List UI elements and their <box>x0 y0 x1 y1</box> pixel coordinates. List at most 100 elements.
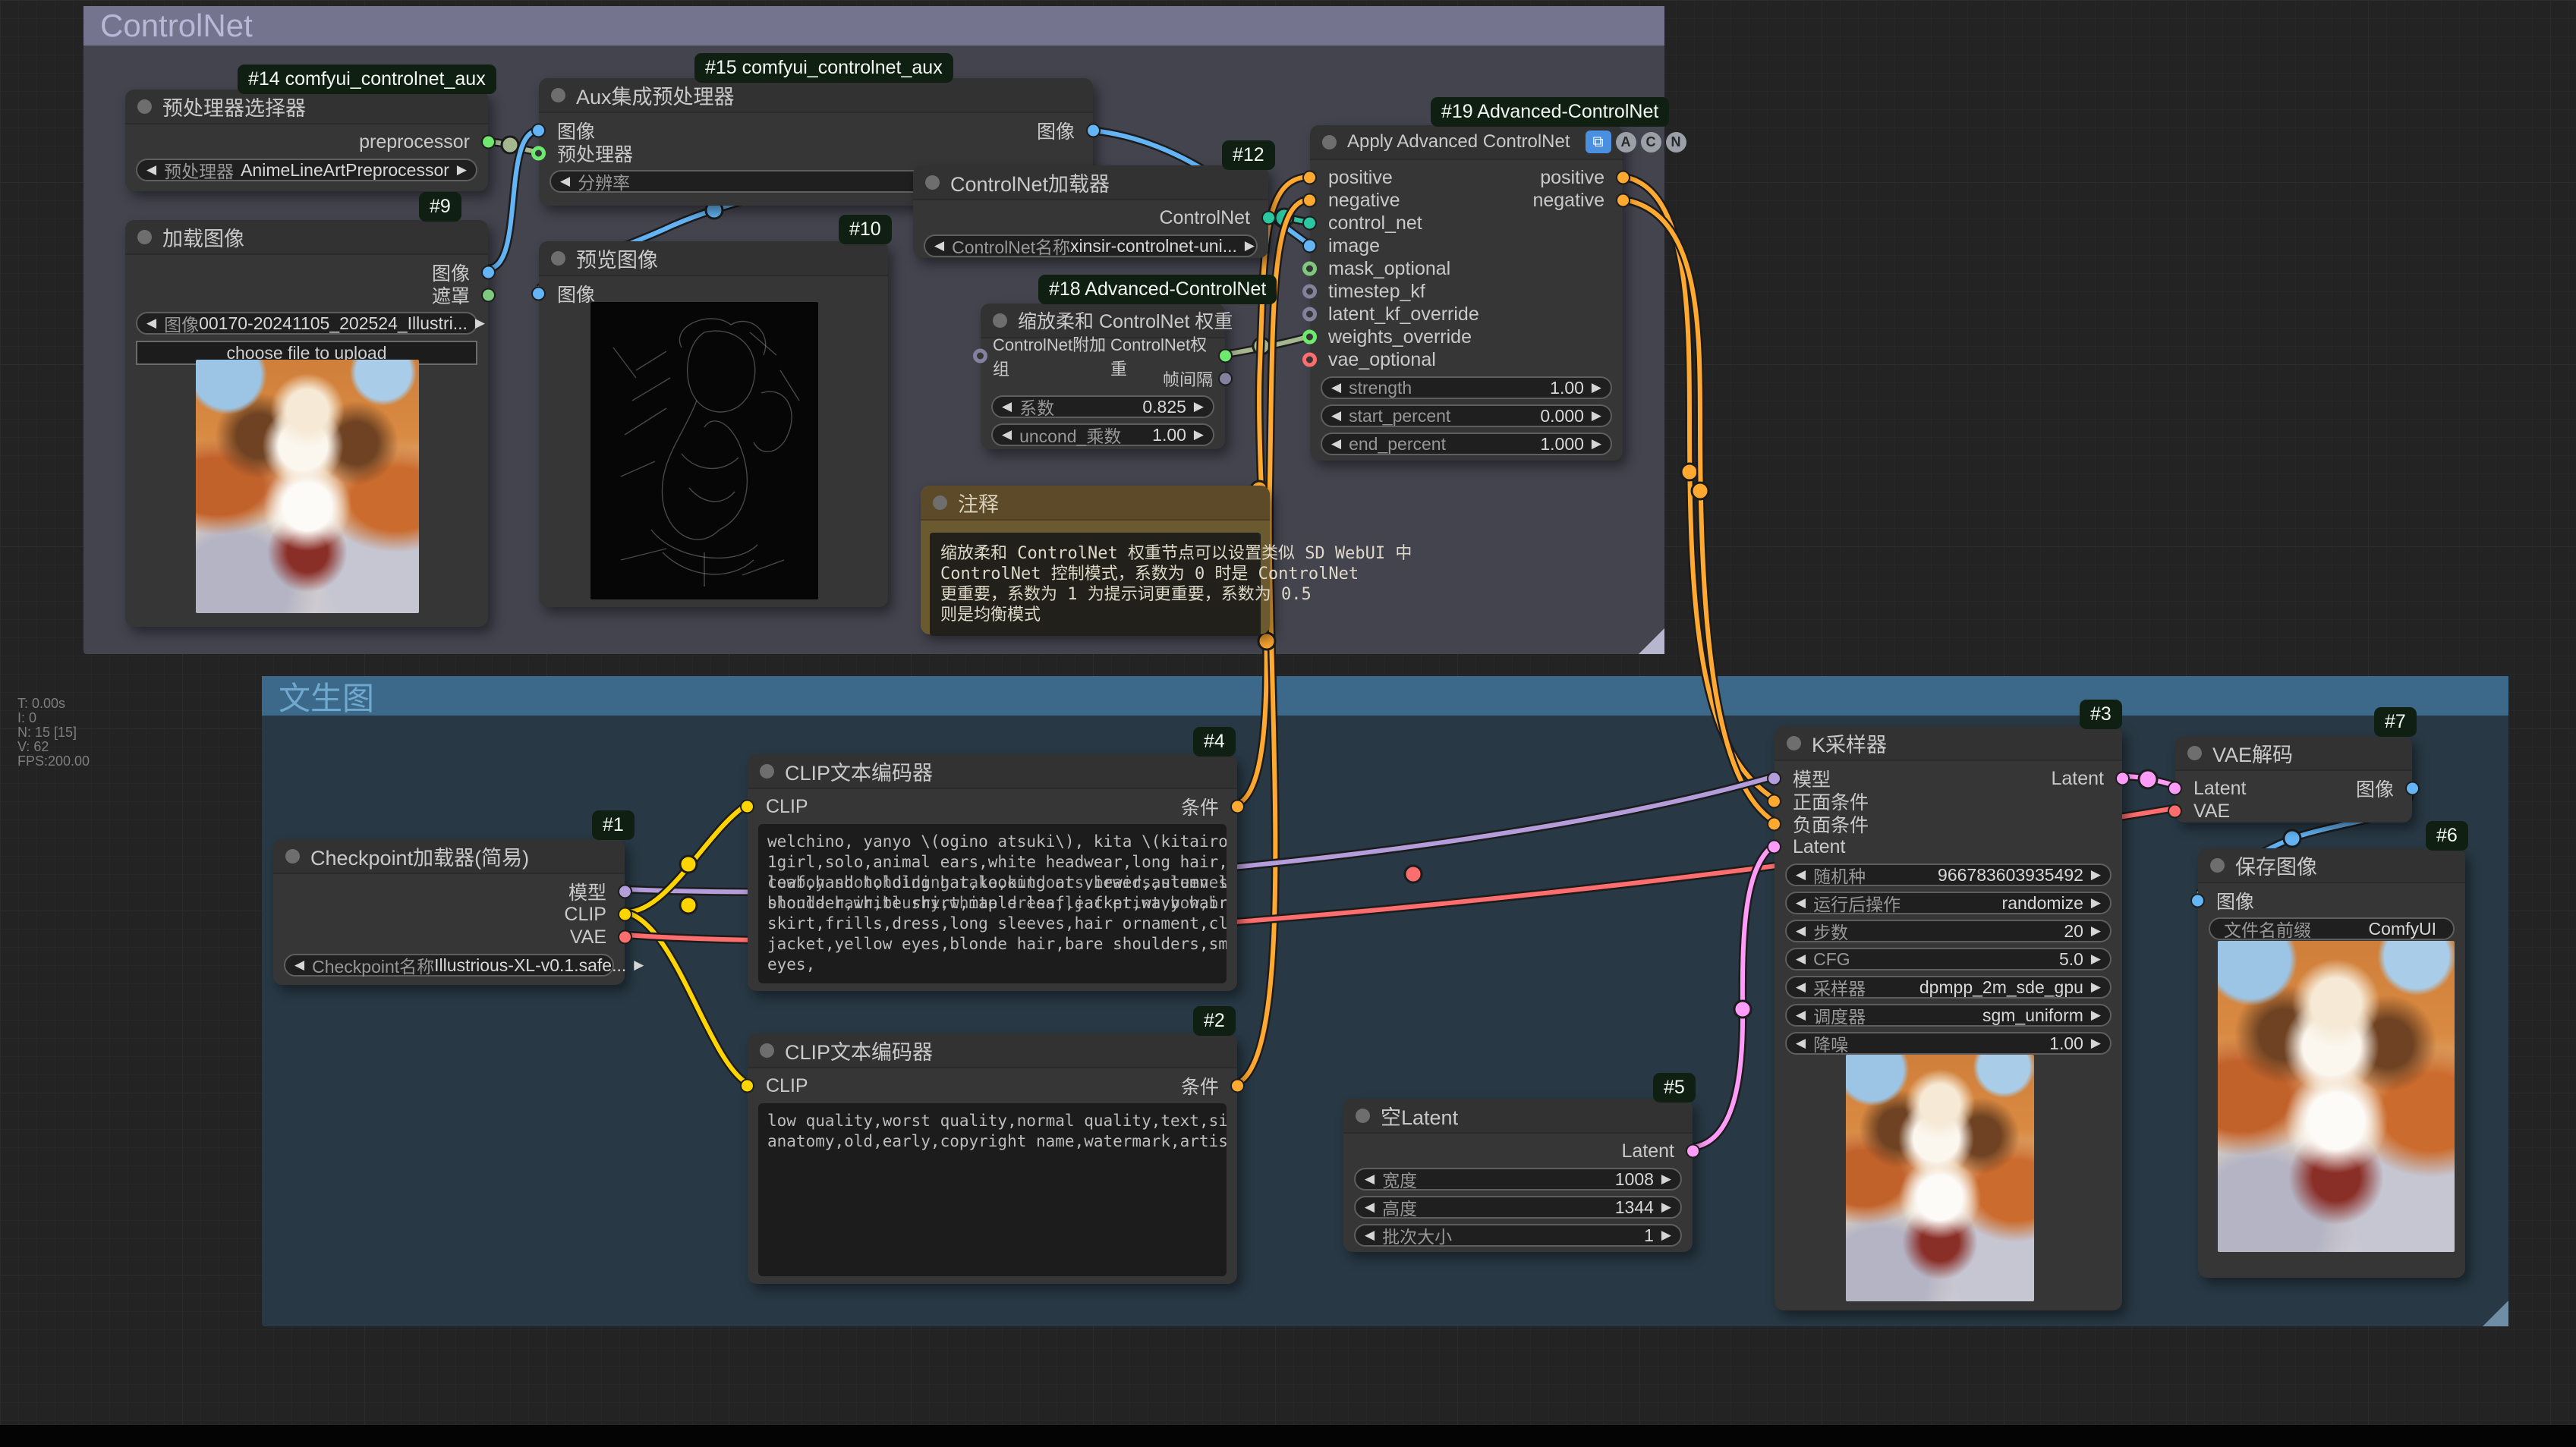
arrow-right-icon[interactable]: ▶ <box>2091 980 2101 995</box>
slot-dot[interactable] <box>1767 794 1781 809</box>
slot-dot[interactable] <box>2190 894 2205 908</box>
output-slot-clip[interactable]: CLIP <box>273 903 625 926</box>
node-empty-latent[interactable]: 空Latent Latent ◀ 宽度 1008 ▶ ◀ 高度 1344 ▶ ◀… <box>1343 1099 1693 1252</box>
io-row-clip-cond[interactable]: CLIP 条件 <box>748 1074 1237 1097</box>
collapse-dot-icon[interactable] <box>551 251 565 266</box>
slot-dot[interactable] <box>1302 171 1317 185</box>
arrow-right-icon[interactable]: ▶ <box>1592 408 1601 423</box>
widget-seed[interactable]: ◀ 随机种 966783603935492 ▶ <box>1785 863 2112 886</box>
arrow-right-icon[interactable]: ▶ <box>2091 1036 2101 1051</box>
slot-dot[interactable] <box>481 288 496 303</box>
arrow-right-icon[interactable]: ▶ <box>2091 1008 2101 1023</box>
node-header[interactable]: Aux集成预处理器 <box>539 78 1093 113</box>
input-slot-vae[interactable]: VAE <box>2175 800 2412 823</box>
arrow-left-icon[interactable]: ◀ <box>560 174 570 189</box>
collapse-dot-icon[interactable] <box>2210 858 2225 873</box>
arrow-right-icon[interactable]: ▶ <box>1661 1200 1671 1215</box>
collapse-dot-icon[interactable] <box>137 230 152 244</box>
prompt-textarea[interactable]: low quality,worst quality,normal quality… <box>758 1103 1227 1276</box>
widget-batch-size[interactable]: ◀ 批次大小 1 ▶ <box>1354 1224 1682 1247</box>
output-slot-controlnet[interactable]: ControlNet <box>913 206 1268 229</box>
slot-dot[interactable] <box>2115 772 2130 786</box>
input-slot-weights-override[interactable]: weights_override <box>1310 326 1623 348</box>
slot-dot[interactable] <box>740 800 754 814</box>
widget-uncond-multiplier[interactable]: ◀ uncond_乘数 1.00 ▶ <box>991 423 1214 446</box>
node-header[interactable]: VAE解码 <box>2175 736 2412 771</box>
arrow-right-icon[interactable]: ▶ <box>2091 923 2101 939</box>
io-row-positive[interactable]: positive positive <box>1310 166 1623 189</box>
widget-steps[interactable]: ◀ 步数 20 ▶ <box>1785 920 2112 942</box>
note-text[interactable]: 缩放柔和 ControlNet 权重节点可以设置类似 SD WebUI 中 Co… <box>930 533 1261 636</box>
arrow-right-icon[interactable]: ▶ <box>634 958 644 973</box>
slot-dot[interactable] <box>1302 262 1317 276</box>
node-load-image[interactable]: 加载图像 图像 遮罩 ◀ 图像 00170-20241105_202524_Il… <box>125 220 488 627</box>
slot-dot[interactable] <box>740 1079 754 1093</box>
slot-dot[interactable] <box>2168 782 2182 796</box>
slot-dot[interactable] <box>481 135 496 149</box>
input-slot-mask-optional[interactable]: mask_optional <box>1310 257 1623 280</box>
io-row[interactable]: 图像 图像 <box>539 119 1093 142</box>
arrow-left-icon[interactable]: ◀ <box>1796 952 1806 967</box>
output-slot-mask[interactable]: 遮罩 <box>125 284 488 307</box>
arrow-right-icon[interactable]: ▶ <box>1592 380 1601 395</box>
output-slot-preprocessor[interactable]: preprocessor <box>125 131 488 153</box>
widget-sampler[interactable]: ◀ 采样器 dpmpp_2m_sde_gpu ▶ <box>1785 976 2112 999</box>
widget-height[interactable]: ◀ 高度 1344 ▶ <box>1354 1196 1682 1219</box>
node-ksampler[interactable]: K采样器 模型 Latent 正面条件 负面条件 Latent ◀ <box>1775 726 2122 1310</box>
slot-dot[interactable] <box>1302 330 1317 344</box>
arrow-right-icon[interactable]: ▶ <box>2091 867 2101 882</box>
node-header[interactable]: 预处理器选择器 <box>125 90 488 124</box>
input-slot-image[interactable]: 图像 <box>2198 889 2465 912</box>
slot-dot[interactable] <box>531 124 546 138</box>
node-header[interactable]: CLIP文本编码器 <box>748 1033 1237 1068</box>
node-header[interactable]: 注释 <box>921 486 1270 521</box>
slot-dot[interactable] <box>973 349 987 363</box>
input-slot-latent-kf-override[interactable]: latent_kf_override <box>1310 303 1623 326</box>
output-slot-vae[interactable]: VAE <box>273 926 625 948</box>
slot-dot[interactable] <box>1261 211 1276 225</box>
io-row-latent-image[interactable]: Latent 图像 <box>2175 777 2412 800</box>
slot-dot[interactable] <box>1302 285 1317 299</box>
collapse-dot-icon[interactable] <box>933 495 947 510</box>
node-header[interactable]: 加载图像 <box>125 220 488 255</box>
node-clip-text-encode-negative[interactable]: CLIP文本编码器 CLIP 条件 low quality,worst qual… <box>748 1033 1237 1284</box>
node-checkpoint-loader[interactable]: Checkpoint加载器(简易) 模型 CLIP VAE ◀ Checkpoi… <box>273 839 625 985</box>
slot-dot[interactable] <box>1767 840 1781 854</box>
output-slot-model[interactable]: 模型 <box>273 880 625 903</box>
slot-dot[interactable] <box>1686 1144 1700 1159</box>
slot-dot[interactable] <box>2168 804 2182 819</box>
node-header[interactable]: CLIP文本编码器 <box>748 754 1237 789</box>
widget-denoise[interactable]: ◀ 降噪 1.00 ▶ <box>1785 1032 2112 1055</box>
widget-strength[interactable]: ◀ strength 1.00 ▶ <box>1321 376 1612 399</box>
collapse-dot-icon[interactable] <box>1322 135 1337 149</box>
input-slot-preprocessor[interactable]: 预处理器 <box>539 142 1093 165</box>
arrow-left-icon[interactable]: ◀ <box>146 316 156 331</box>
arrow-left-icon[interactable]: ◀ <box>1365 1172 1375 1187</box>
node-preview-image[interactable]: 预览图像 图像 <box>539 241 888 607</box>
node-apply-advanced-controlnet[interactable]: Apply Advanced ControlNet ⧉ A C N positi… <box>1310 125 1623 461</box>
collapse-dot-icon[interactable] <box>760 1043 774 1058</box>
input-slot-vae-optional[interactable]: vae_optional <box>1310 348 1623 371</box>
slot-dot[interactable] <box>618 885 632 899</box>
slot-dot[interactable] <box>1302 216 1317 231</box>
collapse-dot-icon[interactable] <box>1356 1109 1370 1123</box>
io-row-clip-cond[interactable]: CLIP 条件 <box>748 795 1237 818</box>
collapse-dot-icon[interactable] <box>925 175 940 190</box>
node-vae-decode[interactable]: VAE解码 Latent 图像 VAE <box>2175 736 2412 823</box>
arrow-left-icon[interactable]: ◀ <box>146 162 156 178</box>
arrow-left-icon[interactable]: ◀ <box>1331 436 1341 451</box>
node-save-image[interactable]: 保存图像 图像 文件名前缀 ComfyUI <box>2198 848 2465 1278</box>
widget-start-percent[interactable]: ◀ start_percent 0.000 ▶ <box>1321 404 1612 427</box>
slot-dot[interactable] <box>1230 800 1245 814</box>
widget-filename-prefix[interactable]: 文件名前缀 ComfyUI <box>2209 917 2455 940</box>
combo-preprocessor[interactable]: ◀ 预处理器 AnimeLineArtPreprocessor ▶ <box>136 159 477 181</box>
slot-dot[interactable] <box>531 287 546 301</box>
input-slot-latent[interactable]: Latent <box>1775 835 2122 858</box>
widget-cfg[interactable]: ◀ CFG 5.0 ▶ <box>1785 948 2112 970</box>
slot-dot[interactable] <box>1767 772 1781 786</box>
node-header[interactable]: ControlNet加载器 <box>913 165 1268 200</box>
slot-dot[interactable] <box>1616 193 1630 208</box>
slot-dot[interactable] <box>1230 1079 1245 1093</box>
arrow-right-icon[interactable]: ▶ <box>1592 436 1601 451</box>
node-header[interactable]: Apply Advanced ControlNet ⧉ A C N <box>1310 125 1623 160</box>
